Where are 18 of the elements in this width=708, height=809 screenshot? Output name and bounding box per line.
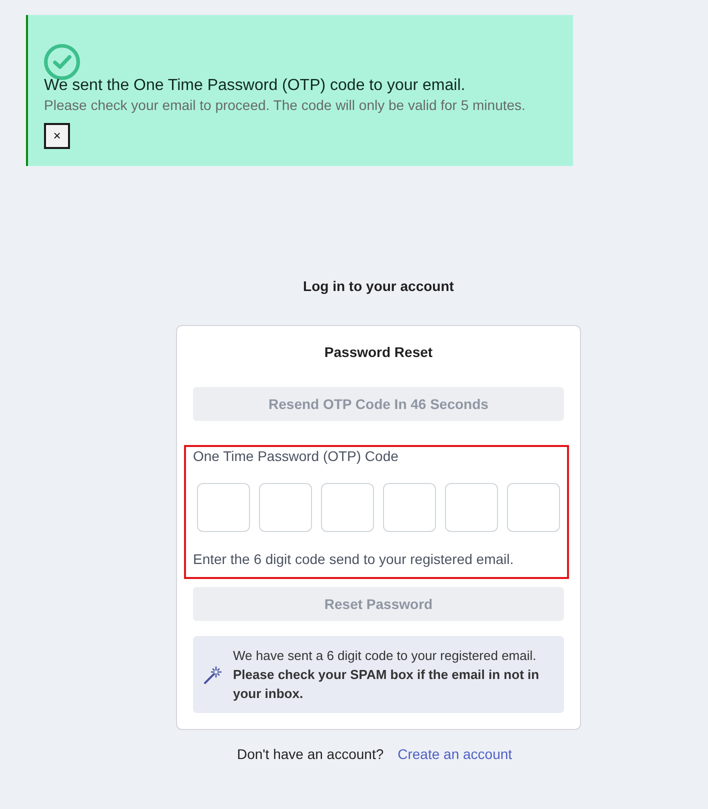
magic-wand-icon bbox=[204, 666, 222, 684]
signup-prompt: Don't have an account? bbox=[236, 745, 384, 764]
otp-digit-field[interactable] bbox=[259, 483, 312, 532]
toast-message: Please check your email to proceed. The code will only be valid for 5 minutes. bbox=[44, 96, 526, 114]
close-button[interactable]: × bbox=[44, 123, 70, 149]
otp-digit-field[interactable] bbox=[197, 483, 250, 532]
create-account-link[interactable]: Create an account bbox=[398, 744, 512, 764]
otp-digit-field[interactable] bbox=[321, 483, 374, 532]
otp-digit-field[interactable] bbox=[383, 483, 436, 532]
otp-hint: Enter the 6 digit code send to your registered email. bbox=[193, 550, 515, 568]
notice-text: We have sent a 6 digit code to your registered email. Please check your SPAM box if the email in not in your inbox. bbox=[233, 647, 540, 703]
check-circle-icon bbox=[44, 44, 80, 80]
card-title: Password Reset bbox=[323, 343, 434, 362]
otp-digit-field[interactable] bbox=[445, 483, 498, 532]
otp-digit-field[interactable] bbox=[507, 483, 560, 532]
toast-title: We sent the One Time Password (OTP) code to your email. bbox=[44, 76, 466, 96]
otp-label: One Time Password (OTP) Code bbox=[193, 447, 400, 465]
page-heading: Log in to your account bbox=[303, 277, 454, 296]
